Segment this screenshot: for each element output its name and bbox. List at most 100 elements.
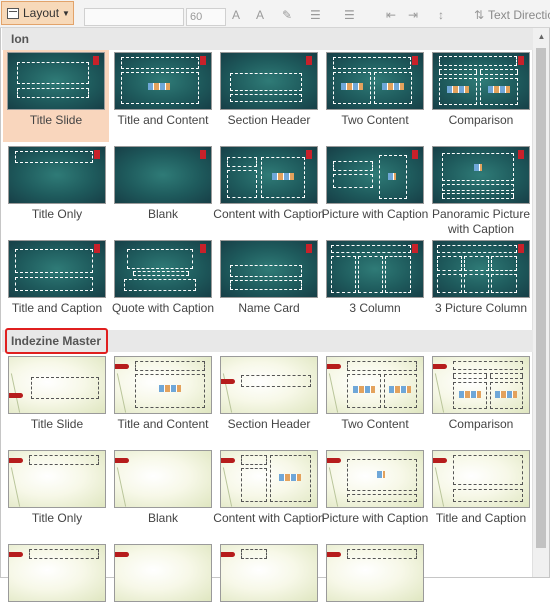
layout-thumbnail xyxy=(114,146,212,204)
decor-stem xyxy=(328,373,339,413)
decrease-indent-icon[interactable]: ⇤ xyxy=(386,8,396,22)
layout-gallery: ▲ Ion Title Slide Title and Content Sect… xyxy=(0,28,550,602)
title-placeholder xyxy=(241,455,267,465)
layout-indezine-partial[interactable] xyxy=(8,544,106,602)
clear-formatting-icon[interactable]: ✎ xyxy=(282,8,292,22)
layout-thumbnail xyxy=(220,52,318,110)
layout-ion-picture-with-caption[interactable]: Picture with Caption xyxy=(322,146,428,222)
increase-indent-icon[interactable]: ⇥ xyxy=(408,8,418,22)
layout-label: Title and Content xyxy=(117,113,209,127)
section-header-ion: Ion xyxy=(2,28,533,50)
accent-mark xyxy=(200,244,206,253)
text-direction-icon[interactable]: ⇅ xyxy=(474,8,484,22)
layout-indezine-title-slide[interactable]: Title Slide xyxy=(8,356,106,432)
layout-label: Title Only xyxy=(31,207,83,221)
font-size-field[interactable]: 60 xyxy=(186,8,226,26)
layout-ion-3-column[interactable]: 3 Column xyxy=(326,240,424,316)
accent-bar xyxy=(9,552,23,557)
title-placeholder xyxy=(227,157,257,167)
title-placeholder xyxy=(17,62,89,84)
left-heading-placeholder xyxy=(453,373,487,379)
layout-ion-3-picture-column[interactable]: 3 Picture Column xyxy=(432,240,530,316)
layout-label: Content with Caption xyxy=(213,511,325,525)
accent-bar xyxy=(221,379,235,384)
layout-ion-blank[interactable]: Blank xyxy=(114,146,212,222)
layout-icon xyxy=(7,7,19,19)
quote-placeholder xyxy=(127,249,193,269)
layout-thumbnail xyxy=(432,52,530,110)
layout-indezine-title-and-caption[interactable]: Title and Caption xyxy=(432,450,530,526)
caption-placeholder xyxy=(333,174,373,188)
layout-indezine-partial[interactable] xyxy=(114,544,212,602)
layout-indezine-title-and-content[interactable]: Title and Content xyxy=(114,356,212,432)
layout-thumbnail xyxy=(220,146,318,204)
text-placeholder xyxy=(230,94,302,102)
accent-bar xyxy=(9,393,23,398)
layout-indezine-partial[interactable] xyxy=(220,544,318,602)
accent-bar xyxy=(115,458,129,463)
scroll-up-icon[interactable]: ▲ xyxy=(533,28,550,45)
layout-indezine-section-header[interactable]: Section Header xyxy=(220,356,318,432)
subtitle-placeholder xyxy=(17,88,89,98)
layout-thumbnail xyxy=(220,450,318,508)
layout-label: Title and Content xyxy=(117,417,209,431)
layout-thumbnail xyxy=(114,356,212,414)
caption-placeholder xyxy=(437,274,462,293)
layout-indezine-two-content[interactable]: Two Content xyxy=(326,356,424,432)
column-placeholder xyxy=(358,256,383,293)
layout-ion-section-header[interactable]: Section Header xyxy=(220,52,318,128)
increase-font-icon[interactable]: A xyxy=(232,8,240,22)
layout-ion-panoramic-picture-with-caption[interactable]: Panoramic Picture with Caption xyxy=(432,146,530,237)
layout-thumbnail xyxy=(326,240,424,298)
layout-label: Title Slide xyxy=(29,113,83,127)
layout-indezine-picture-with-caption[interactable]: Picture with Caption xyxy=(322,450,428,526)
accent-mark xyxy=(412,150,418,159)
accent-mark xyxy=(200,56,206,65)
decor-stem xyxy=(222,467,233,507)
layout-dropdown-button[interactable]: Layout ▼ xyxy=(1,1,74,25)
content-icons xyxy=(447,86,469,93)
layout-thumbnail xyxy=(8,544,106,602)
title-placeholder xyxy=(347,549,417,559)
layout-ion-name-card[interactable]: Name Card xyxy=(220,240,318,316)
chevron-down-icon: ▼ xyxy=(62,8,70,18)
layout-indezine-content-with-caption[interactable]: Content with Caption xyxy=(213,450,325,526)
text-direction-label[interactable]: Text Directio xyxy=(488,8,550,22)
title-placeholder xyxy=(29,549,99,559)
picture-placeholder xyxy=(437,256,462,271)
numbering-icon[interactable]: ☰ xyxy=(344,8,355,22)
layout-ion-content-with-caption[interactable]: Content with Caption xyxy=(213,146,325,222)
accent-mark xyxy=(200,150,206,159)
layout-thumbnail xyxy=(114,450,212,508)
layout-indezine-comparison[interactable]: Comparison xyxy=(432,356,530,432)
accent-mark xyxy=(518,244,524,253)
layout-ion-comparison[interactable]: Comparison xyxy=(432,52,530,128)
layout-thumbnail xyxy=(220,544,318,602)
layout-ion-title-and-caption[interactable]: Title and Caption xyxy=(8,240,106,316)
scroll-thumb[interactable] xyxy=(536,48,546,548)
layout-thumbnail xyxy=(114,544,212,602)
decrease-font-icon[interactable]: A xyxy=(256,8,264,22)
layout-thumbnail xyxy=(432,240,530,298)
title-placeholder xyxy=(241,375,311,387)
content-icons xyxy=(148,83,170,90)
layout-ion-title-only[interactable]: Title Only xyxy=(8,146,106,222)
accent-bar xyxy=(115,364,129,369)
font-name-field[interactable] xyxy=(84,8,184,26)
layout-ion-title-slide[interactable]: Title Slide xyxy=(3,50,109,142)
layout-indezine-blank[interactable]: Blank xyxy=(114,450,212,526)
layout-ion-title-and-content[interactable]: Title and Content xyxy=(114,52,212,128)
line-spacing-icon[interactable]: ↕ xyxy=(438,8,444,22)
picture-placeholder xyxy=(464,256,489,271)
layout-ion-two-content[interactable]: Two Content xyxy=(326,52,424,128)
title-placeholder xyxy=(15,151,93,163)
layout-label: Comparison xyxy=(448,417,514,431)
content-icons xyxy=(159,385,181,392)
layout-thumbnail xyxy=(8,450,106,508)
layout-indezine-partial[interactable] xyxy=(326,544,424,602)
bullets-icon[interactable]: ☰ xyxy=(310,8,321,22)
layout-thumbnail xyxy=(326,450,424,508)
content-icons xyxy=(279,474,301,481)
layout-ion-quote-with-caption[interactable]: Quote with Caption xyxy=(112,240,214,316)
layout-indezine-title-only[interactable]: Title Only xyxy=(8,450,106,526)
